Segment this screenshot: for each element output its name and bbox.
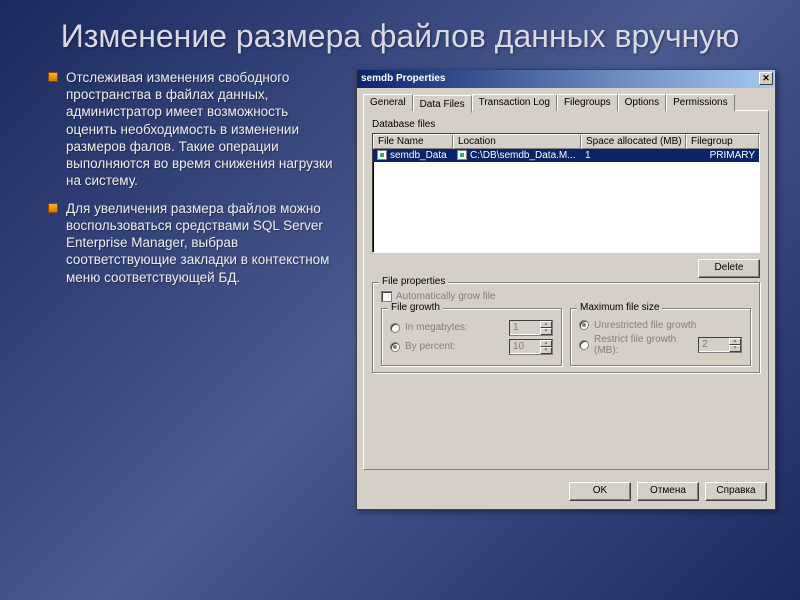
file-growth-group: File growth In megabytes: 1▲▼ By percent… [381, 308, 562, 366]
spinner-icon[interactable]: ▲▼ [729, 338, 741, 352]
growth-mb-radio[interactable]: In megabytes: 1▲▼ [390, 320, 553, 336]
group-title: Maximum file size [577, 302, 662, 313]
list-header: File Name Location Space allocated (MB) … [373, 134, 759, 149]
growth-mb-input[interactable]: 1▲▼ [509, 320, 553, 336]
cell-filegroup: PRIMARY [686, 149, 759, 162]
cancel-button[interactable]: Отмена [637, 482, 699, 501]
bullet-text: Для увеличения размера файлов можно восп… [66, 200, 338, 286]
help-button[interactable]: Справка [705, 482, 767, 501]
tab-options[interactable]: Options [618, 94, 666, 111]
tab-filegroups[interactable]: Filegroups [557, 94, 618, 111]
delete-button[interactable]: Delete [698, 259, 760, 278]
tab-permissions[interactable]: Permissions [666, 94, 734, 111]
spinner-icon[interactable]: ▲▼ [540, 340, 552, 354]
col-space[interactable]: Space allocated (MB) [581, 134, 686, 149]
files-listbox[interactable]: File Name Location Space allocated (MB) … [372, 133, 760, 253]
col-filename[interactable]: File Name [373, 134, 453, 149]
radio-icon [390, 323, 400, 333]
growth-pct-radio[interactable]: By percent: 10▲▼ [390, 339, 553, 355]
max-size-group: Maximum file size Unrestricted file grow… [570, 308, 751, 366]
unrestricted-radio[interactable]: Unrestricted file growth [579, 320, 742, 331]
radio-icon [579, 340, 589, 350]
bullet-marker-icon [48, 72, 58, 82]
tab-transaction-log[interactable]: Transaction Log [472, 94, 557, 111]
tab-data-files[interactable]: Data Files [413, 95, 472, 113]
autogrow-checkbox[interactable]: Automatically grow file [381, 291, 751, 302]
section-label: Database files [372, 119, 760, 130]
growth-pct-label: By percent: [405, 341, 504, 352]
tab-general[interactable]: General [363, 94, 413, 111]
file-icon [377, 150, 387, 160]
growth-mb-label: In megabytes: [405, 322, 504, 333]
bullet-marker-icon [48, 203, 58, 213]
properties-dialog: semdb Properties ✕ General Data Files Tr… [356, 69, 776, 510]
slide-title: Изменение размера файлов данных вручную [0, 0, 800, 69]
bullet-text: Отслеживая изменения свободного простран… [66, 69, 338, 190]
cell-space: 1 [581, 149, 686, 162]
titlebar[interactable]: semdb Properties ✕ [357, 70, 775, 88]
group-title: File growth [388, 302, 443, 313]
autogrow-label: Automatically grow file [396, 291, 495, 302]
col-location[interactable]: Location [453, 134, 581, 149]
tab-panel: Database files File Name Location Space … [363, 110, 769, 470]
bullet-list: Отслеживая изменения свободного простран… [48, 69, 338, 510]
restrict-input[interactable]: 2▲▼ [698, 337, 742, 353]
dialog-buttons: OK Отмена Справка [357, 476, 775, 509]
table-row[interactable]: semdb_Data C:\DB\semdb_Data.M... 1 PRIMA… [373, 149, 759, 162]
spinner-icon[interactable]: ▲▼ [540, 321, 552, 335]
restrict-label: Restrict file growth (MB): [594, 334, 693, 356]
radio-icon [579, 320, 589, 330]
cell-location: C:\DB\semdb_Data.M... [470, 150, 576, 161]
ok-button[interactable]: OK [569, 482, 631, 501]
bullet-item: Отслеживая изменения свободного простран… [48, 69, 338, 190]
group-title: File properties [379, 276, 448, 287]
checkbox-icon [381, 291, 392, 302]
cell-filename: semdb_Data [390, 150, 447, 161]
unrestricted-label: Unrestricted file growth [594, 320, 696, 331]
browse-icon[interactable] [457, 150, 467, 160]
bullet-item: Для увеличения размера файлов можно восп… [48, 200, 338, 286]
close-button[interactable]: ✕ [759, 72, 773, 85]
window-title: semdb Properties [361, 73, 759, 84]
tab-strip: General Data Files Transaction Log Fileg… [363, 94, 769, 111]
file-properties-group: File properties Automatically grow file … [372, 282, 760, 373]
col-filegroup[interactable]: Filegroup [686, 134, 759, 149]
radio-icon [390, 342, 400, 352]
restrict-radio[interactable]: Restrict file growth (MB): 2▲▼ [579, 334, 742, 356]
growth-pct-input[interactable]: 10▲▼ [509, 339, 553, 355]
